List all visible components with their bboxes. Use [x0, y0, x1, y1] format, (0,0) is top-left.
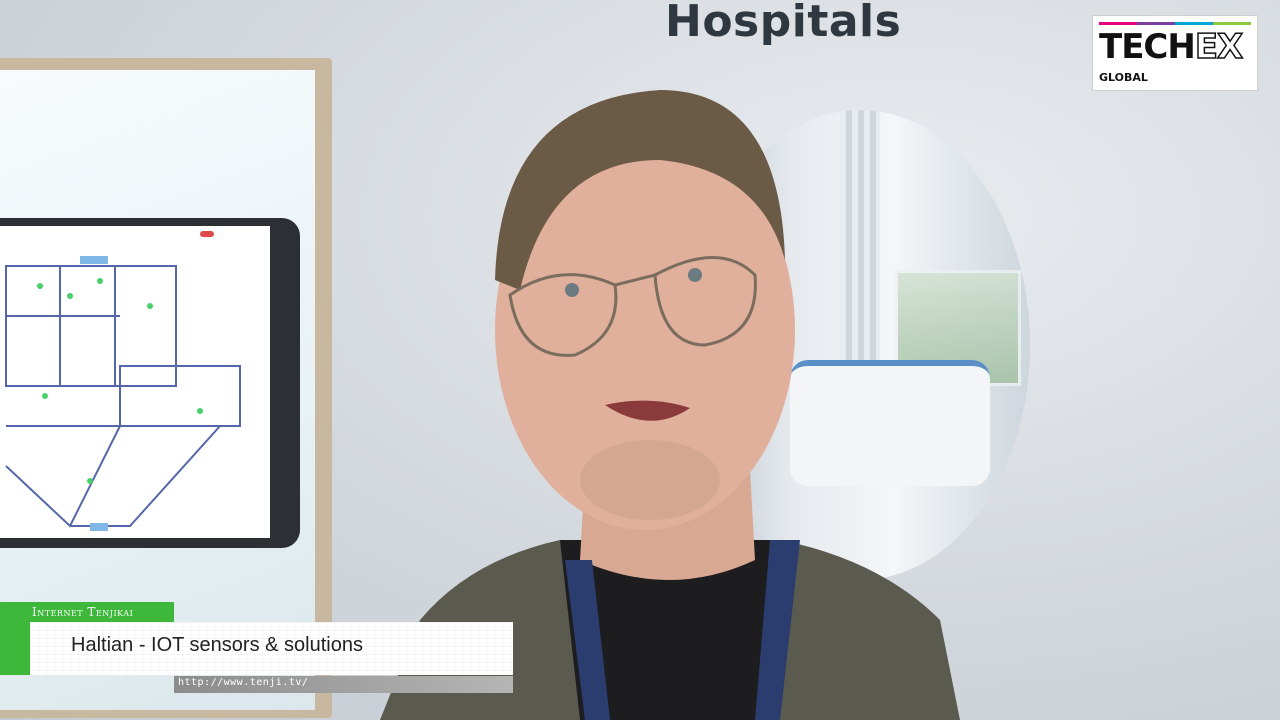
logo-color-bar: [1099, 22, 1251, 25]
techex-logo: TECHEX GLOBAL: [1092, 15, 1258, 91]
logo-ex: EX: [1194, 27, 1244, 67]
video-frame: Hospitals TECHEX GLOBAL Internet Tenjika…: [0, 0, 1280, 720]
caption-box: Haltian - IOT sensors & solutions: [30, 622, 513, 675]
logo-tech: TECH: [1099, 27, 1196, 67]
channel-tag: Internet Tenjikai: [0, 602, 174, 622]
logo-subtitle: GLOBAL: [1099, 71, 1148, 84]
url-text: http://www.tenji.tv/: [178, 677, 309, 688]
logo-wordmark: TECHEX: [1099, 27, 1244, 67]
backdrop-title: Hospitals: [665, 0, 902, 47]
green-accent-bar: [0, 622, 30, 675]
url-bar: http://www.tenji.tv/: [174, 676, 513, 693]
floor-plan-screen: [0, 226, 270, 538]
caption-text: Haltian - IOT sensors & solutions: [71, 634, 363, 656]
interviewee: [380, 90, 960, 720]
tablet-device: [0, 218, 300, 548]
floor-plan-diagram: [5, 231, 241, 531]
